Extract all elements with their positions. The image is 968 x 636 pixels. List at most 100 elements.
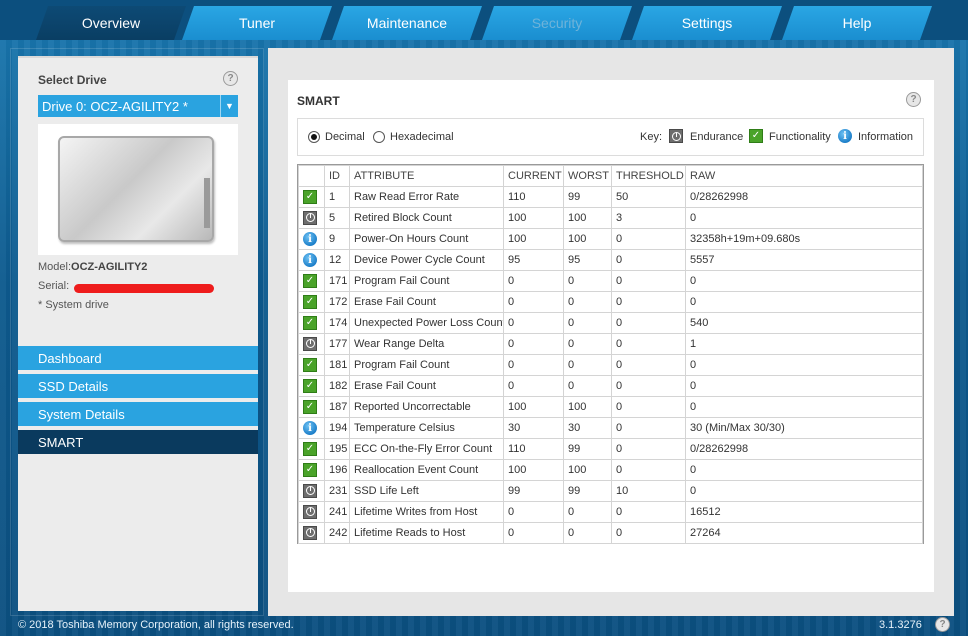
key-label: Key: [640, 131, 663, 143]
select-drive-label: Select Drive [38, 73, 107, 87]
help-glyph: ? [910, 94, 917, 105]
cell-attribute: Power-On Hours Count [349, 228, 504, 250]
cell-id: 174 [324, 312, 350, 334]
cell-id: 5 [324, 207, 350, 229]
cell-attribute: SSD Life Left [349, 480, 504, 502]
table-row: ✓ 172 Erase Fail Count 0 0 0 0 [298, 291, 923, 313]
status-cell: ✓ [298, 354, 325, 376]
cell-id: 187 [324, 396, 350, 418]
sidebar-item-smart[interactable]: SMART [18, 430, 258, 454]
cell-raw: 0/28262998 [685, 438, 923, 460]
functionality-check-icon: ✓ [303, 379, 317, 393]
cell-current: 0 [503, 501, 564, 523]
cell-worst: 100 [563, 228, 612, 250]
serial-redaction [74, 284, 214, 293]
cell-current: 0 [503, 375, 564, 397]
cell-raw: 540 [685, 312, 923, 334]
information-icon: i [303, 232, 317, 246]
cell-current: 0 [503, 291, 564, 313]
table-row: ✓ 187 Reported Uncorrectable 100 100 0 0 [298, 396, 923, 418]
cell-current: 110 [503, 186, 564, 208]
table-row: 177 Wear Range Delta 0 0 0 1 [298, 333, 923, 355]
information-icon: i [838, 129, 852, 143]
sidebar-item-system-details[interactable]: System Details [18, 402, 258, 426]
table-row: i 9 Power-On Hours Count 100 100 0 32358h+19m+… [298, 228, 923, 250]
drive-select-value: Drive 0: OCZ-AGILITY2 * [42, 98, 188, 114]
cell-raw: 16512 [685, 501, 923, 523]
information-icon: i [303, 421, 317, 435]
functionality-check-icon: ✓ [303, 463, 317, 477]
sidebar-item-dashboard[interactable]: Dashboard [18, 346, 258, 370]
endurance-icon [303, 483, 317, 498]
tab-settings[interactable]: Settings [632, 6, 782, 40]
sidebar-item-label: SSD Details [38, 378, 109, 394]
cell-current: 100 [503, 207, 564, 229]
tab-security: Security [482, 6, 632, 40]
cell-id: 194 [324, 417, 350, 439]
cell-threshold: 0 [611, 459, 686, 481]
tab-maintenance[interactable]: Maintenance [332, 6, 482, 40]
cell-id: 196 [324, 459, 350, 481]
column-header-attribute: ATTRIBUTE [349, 165, 504, 187]
top-tab-bar: Overview Tuner Maintenance Security Sett… [0, 0, 968, 40]
ssd-connector [204, 178, 210, 228]
help-glyph: ? [227, 73, 234, 84]
ssd-illustration [58, 136, 214, 242]
cell-raw: 27264 [685, 522, 923, 544]
cell-worst: 100 [563, 459, 612, 481]
smart-attribute-table: ID ATTRIBUTE CURRENT WORST THRESHOLD RAW… [297, 164, 924, 544]
decimal-radio[interactable] [308, 131, 320, 143]
endurance-icon [303, 336, 317, 351]
endurance-icon [669, 129, 683, 143]
cell-current: 100 [503, 228, 564, 250]
cell-threshold: 0 [611, 375, 686, 397]
endurance-icon [303, 210, 317, 225]
cell-current: 110 [503, 438, 564, 460]
cell-attribute: Lifetime Writes from Host [349, 501, 504, 523]
cell-worst: 99 [563, 186, 612, 208]
cell-attribute: Reported Uncorrectable [349, 396, 504, 418]
table-row: 242 Lifetime Reads to Host 0 0 0 27264 [298, 522, 923, 544]
cell-worst: 95 [563, 249, 612, 271]
help-icon[interactable]: ? [906, 92, 921, 107]
functionality-check-icon: ✓ [303, 190, 317, 204]
cell-id: 177 [324, 333, 350, 355]
tab-tuner[interactable]: Tuner [182, 6, 332, 40]
cell-raw: 0 [685, 270, 923, 292]
help-glyph: ? [939, 619, 946, 630]
cell-threshold: 50 [611, 186, 686, 208]
functionality-check-icon: ✓ [749, 129, 763, 143]
hexadecimal-label: Hexadecimal [390, 131, 454, 143]
hexadecimal-radio[interactable] [373, 131, 385, 143]
cell-current: 100 [503, 396, 564, 418]
cell-threshold: 0 [611, 249, 686, 271]
status-cell: i [298, 228, 325, 250]
drive-select-dropdown[interactable]: Drive 0: OCZ-AGILITY2 * ▼ [38, 95, 238, 117]
table-row: ✓ 171 Program Fail Count 0 0 0 0 [298, 270, 923, 292]
chevron-down-icon[interactable]: ▼ [220, 95, 238, 117]
cell-worst: 0 [563, 270, 612, 292]
information-icon: i [303, 253, 317, 267]
page-title: SMART [297, 94, 340, 108]
cell-attribute: Unexpected Power Loss Count [349, 312, 504, 334]
functionality-check-icon: ✓ [303, 358, 317, 372]
help-icon[interactable]: ? [223, 71, 238, 86]
model-label: Model: [38, 261, 72, 273]
serial-line: Serial: [38, 280, 69, 292]
sidebar-item-ssd-details[interactable]: SSD Details [18, 374, 258, 398]
tab-overview[interactable]: Overview [36, 6, 186, 40]
cell-raw: 5557 [685, 249, 923, 271]
status-cell [298, 480, 325, 502]
tab-label: Settings [681, 15, 733, 31]
status-cell: ✓ [298, 396, 325, 418]
help-icon[interactable]: ? [935, 617, 950, 632]
cell-worst: 0 [563, 354, 612, 376]
column-header-worst: WORST [563, 165, 612, 187]
cell-threshold: 0 [611, 522, 686, 544]
cell-attribute: Reallocation Event Count [349, 459, 504, 481]
cell-current: 0 [503, 270, 564, 292]
table-row: ✓ 195 ECC On-the-Fly Error Count 110 99 0 0/28… [298, 438, 923, 460]
tab-help[interactable]: Help [782, 6, 932, 40]
cell-current: 100 [503, 459, 564, 481]
cell-attribute: Wear Range Delta [349, 333, 504, 355]
